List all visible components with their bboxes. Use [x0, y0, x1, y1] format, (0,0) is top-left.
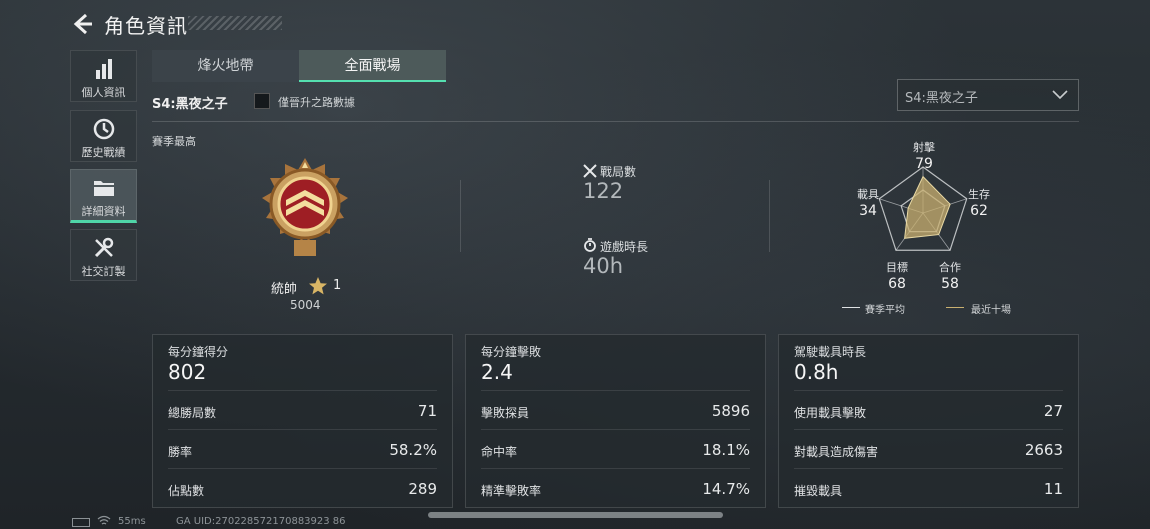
stat-label: 對載具造成傷害 [794, 445, 879, 459]
nav-item-label: 歷史戰績 [81, 146, 126, 159]
legend-average: 賽季平均 [865, 305, 905, 316]
legend-recent: 最近十場 [971, 305, 1011, 316]
stat-row: 使用載具擊敗 27 [794, 390, 1063, 430]
radar-value-vehicle: 34 [859, 203, 877, 219]
stat-row: 總勝局數 71 [168, 390, 437, 430]
scrollbar[interactable] [428, 512, 723, 518]
rank-level: 1 [333, 278, 342, 293]
stat-label: 精準擊敗率 [481, 484, 542, 498]
card-score: 每分鐘得分 802 總勝局數 71 勝率 58.2% 佔點數 289 [152, 334, 453, 508]
dropdown-value: S4:黑夜之子 [905, 91, 978, 106]
stat-row: 擊敗探員 5896 [481, 390, 750, 430]
matches-label: 戰局數 [600, 165, 637, 179]
legend-line-average [842, 307, 860, 308]
folder-icon [93, 181, 114, 196]
stopwatch-icon [584, 238, 596, 252]
radar-value-survival: 62 [970, 203, 988, 219]
stat-value: 289 [408, 480, 437, 498]
card-title: 每分鐘得分 [168, 345, 229, 359]
rank-badge-icon [262, 158, 348, 256]
stat-label: 摧毀載具 [794, 484, 843, 498]
radar-label-teamwork: 合作 [939, 261, 961, 274]
radar-value-teamwork: 58 [941, 276, 959, 292]
page-title: 角色資訊 [104, 14, 188, 38]
radar-label-vehicle: 載具 [857, 188, 879, 201]
stat-label: 總勝局數 [168, 406, 217, 420]
radar-label-survival: 生存 [968, 188, 990, 201]
stat-value: 18.1% [702, 441, 750, 459]
card-kills: 每分鐘擊敗 2.4 擊敗探員 5896 命中率 18.1% 精準擊敗率 14.7% [465, 334, 766, 508]
stat-value: 14.7% [702, 480, 750, 498]
history-clock-icon [93, 118, 114, 140]
stat-value: 2663 [1024, 441, 1063, 459]
bar-chart-icon [95, 59, 112, 79]
nav-item-label: 社交訂製 [81, 265, 126, 278]
chevron-down-icon [1052, 90, 1068, 100]
stat-label: 擊敗探員 [481, 406, 530, 420]
stat-value: 27 [1043, 402, 1063, 420]
card-title: 每分鐘擊敗 [481, 345, 542, 359]
checkbox-label: 僅晉升之路數據 [278, 96, 355, 109]
card-value: 802 [168, 360, 207, 384]
legend-line-recent [946, 307, 964, 308]
tab-full-battle[interactable]: 全面戰場 [299, 50, 446, 82]
season-dropdown[interactable]: S4:黑夜之子 [897, 79, 1079, 111]
radar-label-objective: 目標 [886, 261, 908, 274]
stat-row: 命中率 18.1% [481, 429, 750, 469]
wifi-icon [97, 515, 111, 525]
rank-name: 統帥 [271, 282, 298, 297]
star-icon [309, 277, 327, 295]
stat-row: 勝率 58.2% [168, 429, 437, 469]
tools-icon [94, 237, 113, 258]
stat-row: 精準擊敗率 14.7% [481, 468, 750, 508]
season-best-label: 賽季最高 [152, 135, 196, 148]
tab-warzone[interactable]: 烽火地帶 [152, 50, 299, 82]
nav-item-personal-info[interactable]: 個人資訊 [70, 50, 137, 102]
radar-series-recent [904, 175, 951, 239]
ping-value: 55ms [118, 516, 146, 527]
title-decoration [188, 16, 282, 30]
divider [769, 180, 770, 252]
stat-label: 使用載具擊敗 [794, 406, 867, 420]
stat-label: 佔點數 [168, 484, 205, 498]
back-arrow-icon[interactable] [70, 12, 94, 36]
card-value: 0.8h [794, 360, 839, 384]
stat-row: 摧毀載具 11 [794, 468, 1063, 508]
stat-label: 勝率 [168, 445, 193, 459]
ranked-only-checkbox[interactable] [254, 93, 270, 109]
crossed-swords-icon [583, 164, 597, 178]
divider [460, 180, 461, 252]
nav-item-history[interactable]: 歷史戰績 [70, 110, 137, 162]
stat-value: 71 [417, 402, 437, 420]
playtime-label: 遊戲時長 [600, 240, 649, 254]
card-value: 2.4 [481, 360, 513, 384]
stat-value: 5896 [711, 402, 750, 420]
nav-item-details[interactable]: 詳細資料 [70, 169, 137, 223]
matches-value: 122 [583, 179, 624, 203]
stat-label: 命中率 [481, 445, 518, 459]
stat-row: 對載具造成傷害 2663 [794, 429, 1063, 469]
nav-item-social[interactable]: 社交訂製 [70, 229, 137, 281]
stat-row: 佔點數 289 [168, 468, 437, 508]
radar-label-shooting: 射擊 [913, 141, 935, 154]
user-uid: GA UID:270228572170883923 86 [176, 516, 346, 527]
playtime-value: 40h [583, 254, 624, 278]
card-vehicle: 駕駛載具時長 0.8h 使用載具擊敗 27 對載具造成傷害 2663 摧毀載具 11 [778, 334, 1079, 508]
stat-value: 58.2% [389, 441, 437, 459]
nav-item-label: 詳細資料 [81, 205, 126, 218]
radar-value-objective: 68 [888, 276, 906, 292]
rank-points: 5004 [290, 298, 321, 312]
season-label: S4:黑夜之子 [152, 97, 228, 112]
stat-value: 11 [1043, 480, 1063, 498]
radar-value-shooting: 79 [915, 156, 933, 172]
battery-icon [72, 518, 90, 527]
divider [152, 121, 1079, 122]
card-title: 駕駛載具時長 [794, 345, 867, 359]
nav-item-label: 個人資訊 [81, 86, 126, 99]
